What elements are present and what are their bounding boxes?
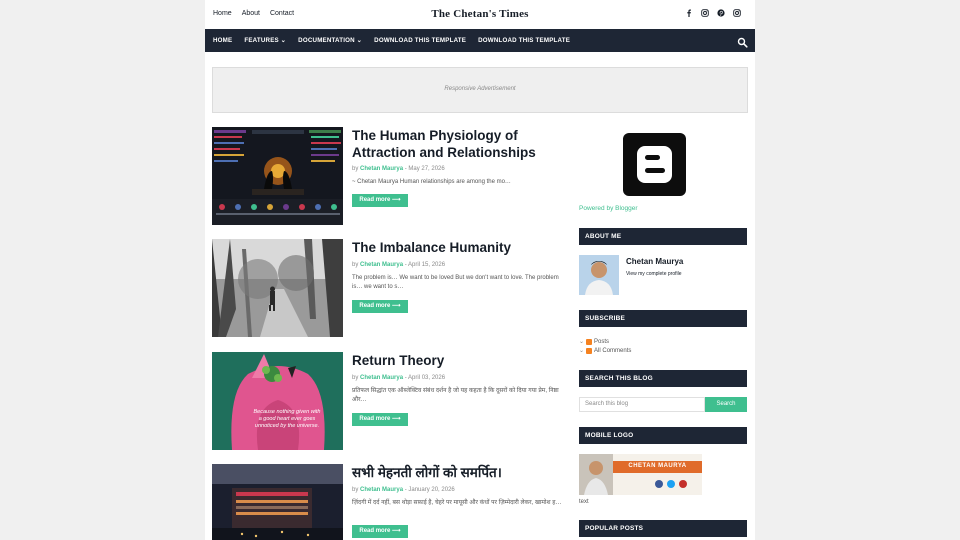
read-more-button[interactable]: Read more ⟶ — [352, 413, 408, 426]
post-excerpt: प्रतिफल सिद्धांत एक ऑब्जेक्टिव संबंध दर्… — [352, 388, 559, 403]
page: Home About Contact The Chetan's Times HO… — [205, 0, 755, 540]
avatar[interactable] — [579, 255, 619, 295]
post-author[interactable]: Chetan Maurya — [360, 262, 403, 268]
nav-item-features[interactable]: FEATURES ⌄ — [244, 37, 286, 44]
post-by: by — [352, 487, 359, 493]
subscribe-comments-label: All Comments — [594, 347, 632, 354]
blogger-logo-icon[interactable] — [623, 133, 686, 196]
post-meta: by Chetan Maurya - April 03, 2026 — [352, 375, 445, 381]
mobile-logo-image[interactable]: CHETAN MAURYA — [579, 454, 702, 495]
post-author[interactable]: Chetan Maurya — [360, 375, 403, 381]
chevron-down-icon: ⌄ — [579, 348, 585, 354]
post-thumbnail[interactable] — [212, 239, 343, 337]
post-date: May 27, 2026 — [408, 166, 445, 172]
facebook-icon[interactable] — [685, 9, 693, 17]
subscribe-comments[interactable]: ⌄ All Comments — [579, 347, 631, 354]
post-title[interactable]: The Human Physiology of Attraction and R… — [352, 127, 567, 161]
post-date: April 03, 2026 — [408, 375, 446, 381]
main-nav: HOME FEATURES ⌄ DOCUMENTATION ⌄ DOWNLOAD… — [205, 29, 755, 52]
powered-by-blogger-link[interactable]: Powered by Blogger — [579, 205, 638, 212]
chevron-down-icon: ⌄ — [579, 339, 585, 345]
post-by: by — [352, 375, 359, 381]
post-excerpt: The problem is… We want to be loved But … — [352, 275, 559, 290]
post-thumbnail-quote: Because nothing given with a good heart … — [253, 409, 321, 429]
widget-title-mobile-logo: MOBILE LOGO — [579, 427, 747, 444]
instagram-icon[interactable] — [733, 9, 741, 17]
search-input[interactable]: Search this blog — [579, 397, 705, 412]
post-date: January 20, 2026 — [408, 487, 455, 493]
nav-items: HOME FEATURES ⌄ DOCUMENTATION ⌄ DOWNLOAD… — [213, 29, 570, 52]
search-icon[interactable] — [737, 35, 748, 48]
read-more-button[interactable]: Read more ⟶ — [352, 525, 408, 538]
advertisement: Responsive Advertisement — [212, 67, 748, 113]
post-excerpt: ज़िंदगी में दर्द नहीं, बस थोड़ा सफ़ाई है… — [352, 500, 562, 506]
post-card: The Imbalance Humanity by Chetan Maurya … — [212, 239, 568, 338]
widget-title-about: ABOUT ME — [579, 228, 747, 245]
mobile-logo-text: CHETAN MAURYA — [628, 463, 687, 469]
social-links — [685, 9, 741, 17]
post-meta: by Chetan Maurya - January 20, 2026 — [352, 487, 455, 493]
rss-icon — [586, 338, 593, 345]
post-title[interactable]: The Imbalance Humanity — [352, 239, 567, 256]
post-title[interactable]: सभी मेहनती लोगों को समर्पित। — [352, 464, 567, 481]
post-card: सभी मेहनती लोगों को समर्पित। by Chetan M… — [212, 464, 568, 540]
post-thumbnail[interactable]: Because nothing given with a good heart … — [212, 352, 343, 450]
widget-title-popular-posts: POPULAR POSTS — [579, 520, 747, 537]
widget-title-subscribe: SUBSCRIBE — [579, 310, 747, 327]
rss-icon — [586, 347, 593, 354]
post-author[interactable]: Chetan Maurya — [360, 487, 403, 493]
pinterest-icon[interactable] — [717, 9, 725, 17]
post-excerpt: ~ Chetan Maurya Human relationships are … — [352, 179, 511, 185]
post-thumbnail[interactable] — [212, 464, 343, 540]
top-bar: Home About Contact The Chetan's Times — [205, 0, 755, 29]
post-title[interactable]: Return Theory — [352, 352, 567, 369]
post-card: Because nothing given with a good heart … — [212, 352, 568, 451]
post-thumbnail[interactable] — [212, 127, 343, 225]
post-author[interactable]: Chetan Maurya — [360, 166, 403, 172]
subscribe-posts-label: Posts — [594, 338, 610, 345]
nav-item-download-template[interactable]: DOWNLOAD THIS TEMPLATE — [478, 37, 570, 44]
nav-item-documentation[interactable]: DOCUMENTATION ⌄ — [298, 37, 362, 44]
post-by: by — [352, 262, 359, 268]
nav-item-home[interactable]: HOME — [213, 37, 232, 44]
read-more-button[interactable]: Read more ⟶ — [352, 194, 408, 207]
read-more-button[interactable]: Read more ⟶ — [352, 300, 408, 313]
mobile-logo-caption: text — [579, 499, 589, 505]
post-card: The Human Physiology of Attraction and R… — [212, 127, 568, 226]
subscribe-posts[interactable]: ⌄ Posts — [579, 338, 609, 345]
view-profile-link[interactable]: View my complete profile — [626, 271, 682, 277]
post-date: April 15, 2026 — [408, 262, 446, 268]
widget-title-search: SEARCH THIS BLOG — [579, 370, 747, 387]
post-meta: by Chetan Maurya - April 15, 2026 — [352, 262, 445, 268]
search-button[interactable]: Search — [705, 397, 747, 412]
instagram-icon[interactable] — [701, 9, 709, 17]
site-title[interactable]: The Chetan's Times — [205, 8, 755, 20]
post-meta: by Chetan Maurya - May 27, 2026 — [352, 166, 445, 172]
ad-label: Responsive Advertisement — [444, 86, 516, 92]
post-by: by — [352, 166, 359, 172]
about-name: Chetan Maurya — [626, 257, 684, 266]
nav-item-download-template[interactable]: DOWNLOAD THIS TEMPLATE — [374, 37, 466, 44]
